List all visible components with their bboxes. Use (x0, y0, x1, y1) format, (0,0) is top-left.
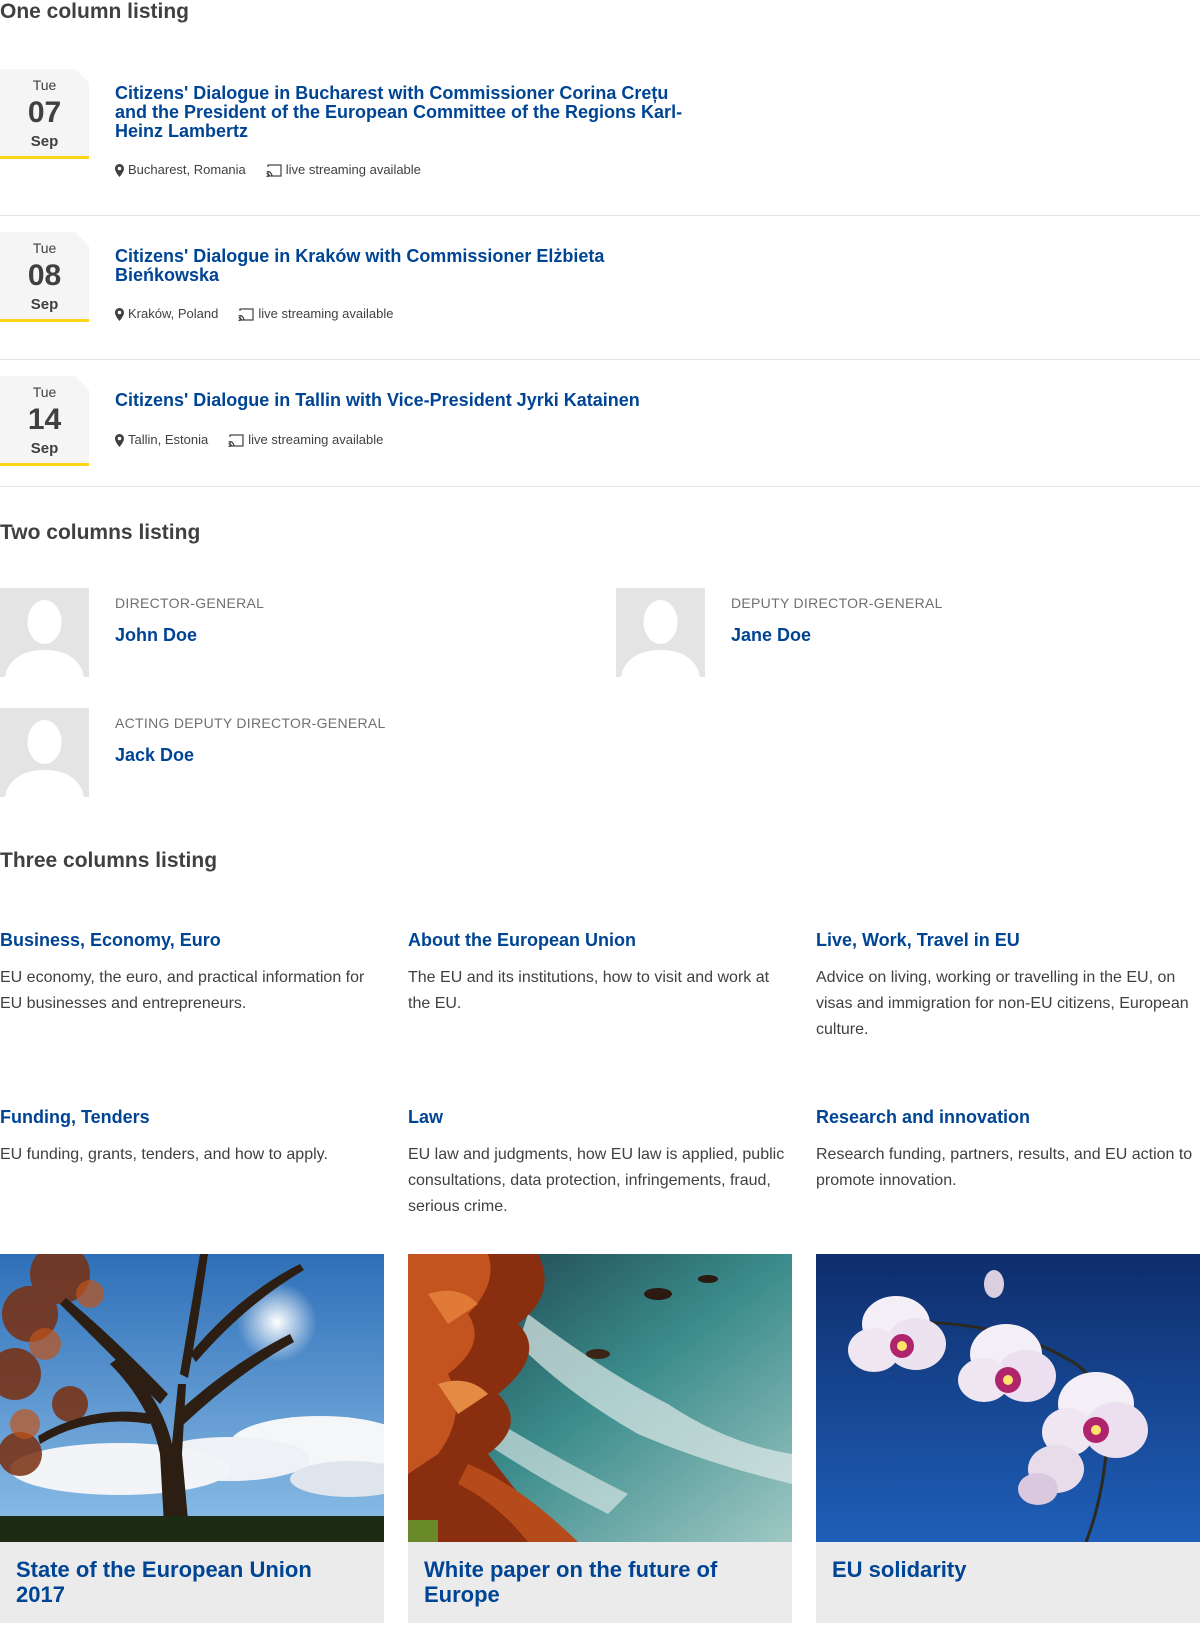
event-meta: Kraków, Poland live streaming available (115, 306, 413, 322)
event-location-text: Kraków, Poland (128, 306, 219, 321)
topic-description: EU funding, grants, tenders, and how to … (0, 1146, 328, 1163)
event-location-text: Tallin, Estonia (128, 432, 209, 447)
person-name-link[interactable]: Jane Doe (731, 625, 811, 646)
topic-description: EU law and judgments, how EU law is appl… (408, 1146, 785, 1215)
card-image-tree (0, 1254, 384, 1542)
topic-item: Funding, Tenders EU funding, grants, ten… (0, 1106, 385, 1168)
person-name-link[interactable]: Jack Doe (115, 745, 194, 766)
topic-description: Research funding, partners, results, and… (816, 1146, 1193, 1189)
section-title-two-columns: Two columns listing (0, 521, 201, 544)
person-card: Director-General John Doe (0, 588, 560, 678)
avatar-placeholder-icon (616, 588, 705, 677)
event-meta: Bucharest, Romania live streaming availa… (115, 162, 441, 178)
event-item: Tue 07 Sep Citizens' Dialogue in Buchare… (0, 51, 1200, 216)
event-streaming: live streaming available (228, 432, 383, 448)
event-location: Tallin, Estonia (115, 432, 208, 448)
avatar-placeholder-icon (0, 708, 89, 797)
topic-title-link[interactable]: Funding, Tenders (0, 1106, 385, 1128)
topic-item: Law EU law and judgments, how EU law is … (408, 1106, 793, 1220)
cast-icon (238, 307, 254, 321)
event-weekday: Tue (32, 240, 57, 256)
event-weekday: Tue (32, 77, 57, 93)
section-title-three-columns: Three columns listing (0, 849, 218, 872)
event-date: Tue 07 Sep (0, 69, 89, 159)
location-pin-icon (115, 307, 124, 321)
event-meta: Tallin, Estonia live streaming available (115, 432, 403, 448)
topic-description: Advice on living, working or travelling … (816, 969, 1189, 1038)
card-image-coast (408, 1254, 792, 1542)
event-title-link[interactable]: Citizens' Dialogue in Tallin with Vice-P… (115, 391, 735, 410)
person-role: Acting Deputy Director-General (115, 715, 386, 731)
event-streaming: live streaming available (265, 162, 421, 178)
event-streaming-text: live streaming available (248, 432, 384, 447)
person-card: Acting Deputy Director-General Jack Doe (0, 708, 560, 798)
event-streaming-text: live streaming available (285, 162, 421, 177)
event-location: Kraków, Poland (115, 306, 218, 322)
avatar-placeholder-icon (0, 588, 89, 677)
event-day: 14 (27, 403, 62, 436)
event-streaming-text: live streaming available (258, 306, 394, 321)
topic-title-link[interactable]: Live, Work, Travel in EU (816, 929, 1200, 951)
person-role: Director-General (115, 595, 265, 611)
card-title: State of the European Union 2017 (16, 1557, 312, 1607)
event-weekday: Tue (32, 384, 57, 400)
person-name-link[interactable]: John Doe (115, 625, 197, 646)
event-title-link[interactable]: Citizens' Dialogue in Kraków with Commis… (115, 247, 635, 285)
topic-title-link[interactable]: Law (408, 1106, 793, 1128)
event-month: Sep (30, 296, 59, 313)
topic-title-link[interactable]: About the European Union (408, 929, 793, 951)
person-card: Deputy Director-General Jane Doe (616, 588, 1176, 678)
event-month: Sep (30, 440, 59, 457)
person-role: Deputy Director-General (731, 595, 943, 611)
card-white-paper[interactable]: White paper on the future of Europe (408, 1254, 792, 1623)
event-item: Tue 14 Sep Citizens' Dialogue in Tallin … (0, 360, 1200, 487)
event-list: Tue 07 Sep Citizens' Dialogue in Buchare… (0, 51, 1200, 487)
section-title-one-column: One column listing (0, 0, 190, 23)
event-title-link[interactable]: Citizens' Dialogue in Bucharest with Com… (115, 84, 695, 141)
card-image-orchids (816, 1254, 1200, 1542)
topic-description: The EU and its institutions, how to visi… (408, 969, 770, 1012)
event-day: 07 (27, 96, 62, 129)
event-date: Tue 14 Sep (0, 376, 89, 466)
event-month: Sep (30, 133, 59, 150)
location-pin-icon (115, 163, 124, 177)
topic-item: Business, Economy, Euro EU economy, the … (0, 929, 385, 1017)
event-date: Tue 08 Sep (0, 232, 89, 322)
location-pin-icon (115, 433, 124, 447)
card-title: White paper on the future of Europe (424, 1557, 718, 1607)
topic-description: EU economy, the euro, and practical info… (0, 969, 365, 1012)
event-location: Bucharest, Romania (115, 162, 246, 178)
topic-item: Live, Work, Travel in EU Advice on livin… (816, 929, 1200, 1043)
cast-icon (265, 163, 282, 177)
card-state-of-union[interactable]: State of the European Union 2017 (0, 1254, 384, 1623)
topic-title-link[interactable]: Business, Economy, Euro (0, 929, 385, 951)
event-item: Tue 08 Sep Citizens' Dialogue in Kraków … (0, 216, 1200, 360)
event-location-text: Bucharest, Romania (128, 162, 246, 177)
event-streaming: live streaming available (238, 306, 393, 322)
card-eu-solidarity[interactable]: EU solidarity (816, 1254, 1200, 1623)
topic-title-link[interactable]: Research and innovation (816, 1106, 1200, 1128)
topic-item: Research and innovation Research funding… (816, 1106, 1200, 1194)
card-title: EU solidarity (832, 1557, 967, 1582)
topic-item: About the European Union The EU and its … (408, 929, 793, 1017)
event-day: 08 (27, 259, 62, 292)
cast-icon (228, 433, 244, 447)
